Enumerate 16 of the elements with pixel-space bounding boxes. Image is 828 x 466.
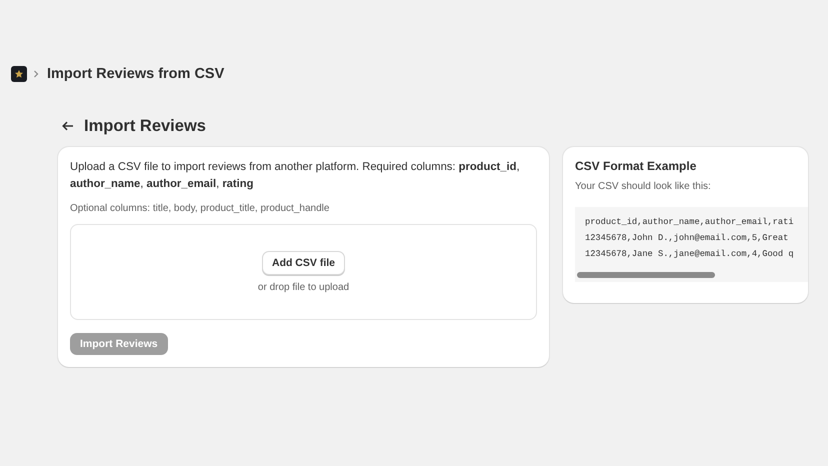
drop-zone[interactable]: Add CSV file or drop file to upload (70, 224, 537, 320)
optional-columns-text: Optional columns: title, body, product_title, product_handle (70, 203, 330, 214)
code-line: product_id,author_name,author_email,rati (585, 216, 795, 229)
app-logo-icon[interactable] (11, 66, 27, 82)
description-text: Upload a CSV file to import reviews from another platform. Required columns: product_id, author_name, author_email, rating (70, 160, 521, 192)
back-button[interactable] (60, 119, 76, 133)
add-file-button[interactable]: Add CSV file (262, 251, 345, 275)
drop-hint: or drop file to upload (258, 282, 350, 293)
example-title: CSV Format Example (575, 159, 698, 173)
breadcrumb-title: Import Reviews from CSV (47, 66, 224, 82)
code-line: 12345678,Jane S.,jane@email.com,4,Good q (585, 248, 795, 261)
example-subtitle: Your CSV should look like this: (575, 181, 712, 192)
code-line: 12345678,John D.,john@email.com,5,Great (585, 232, 790, 245)
scrollbar[interactable] (577, 272, 715, 278)
page-title: Import Reviews (84, 116, 206, 136)
chevron-icon (33, 70, 39, 78)
